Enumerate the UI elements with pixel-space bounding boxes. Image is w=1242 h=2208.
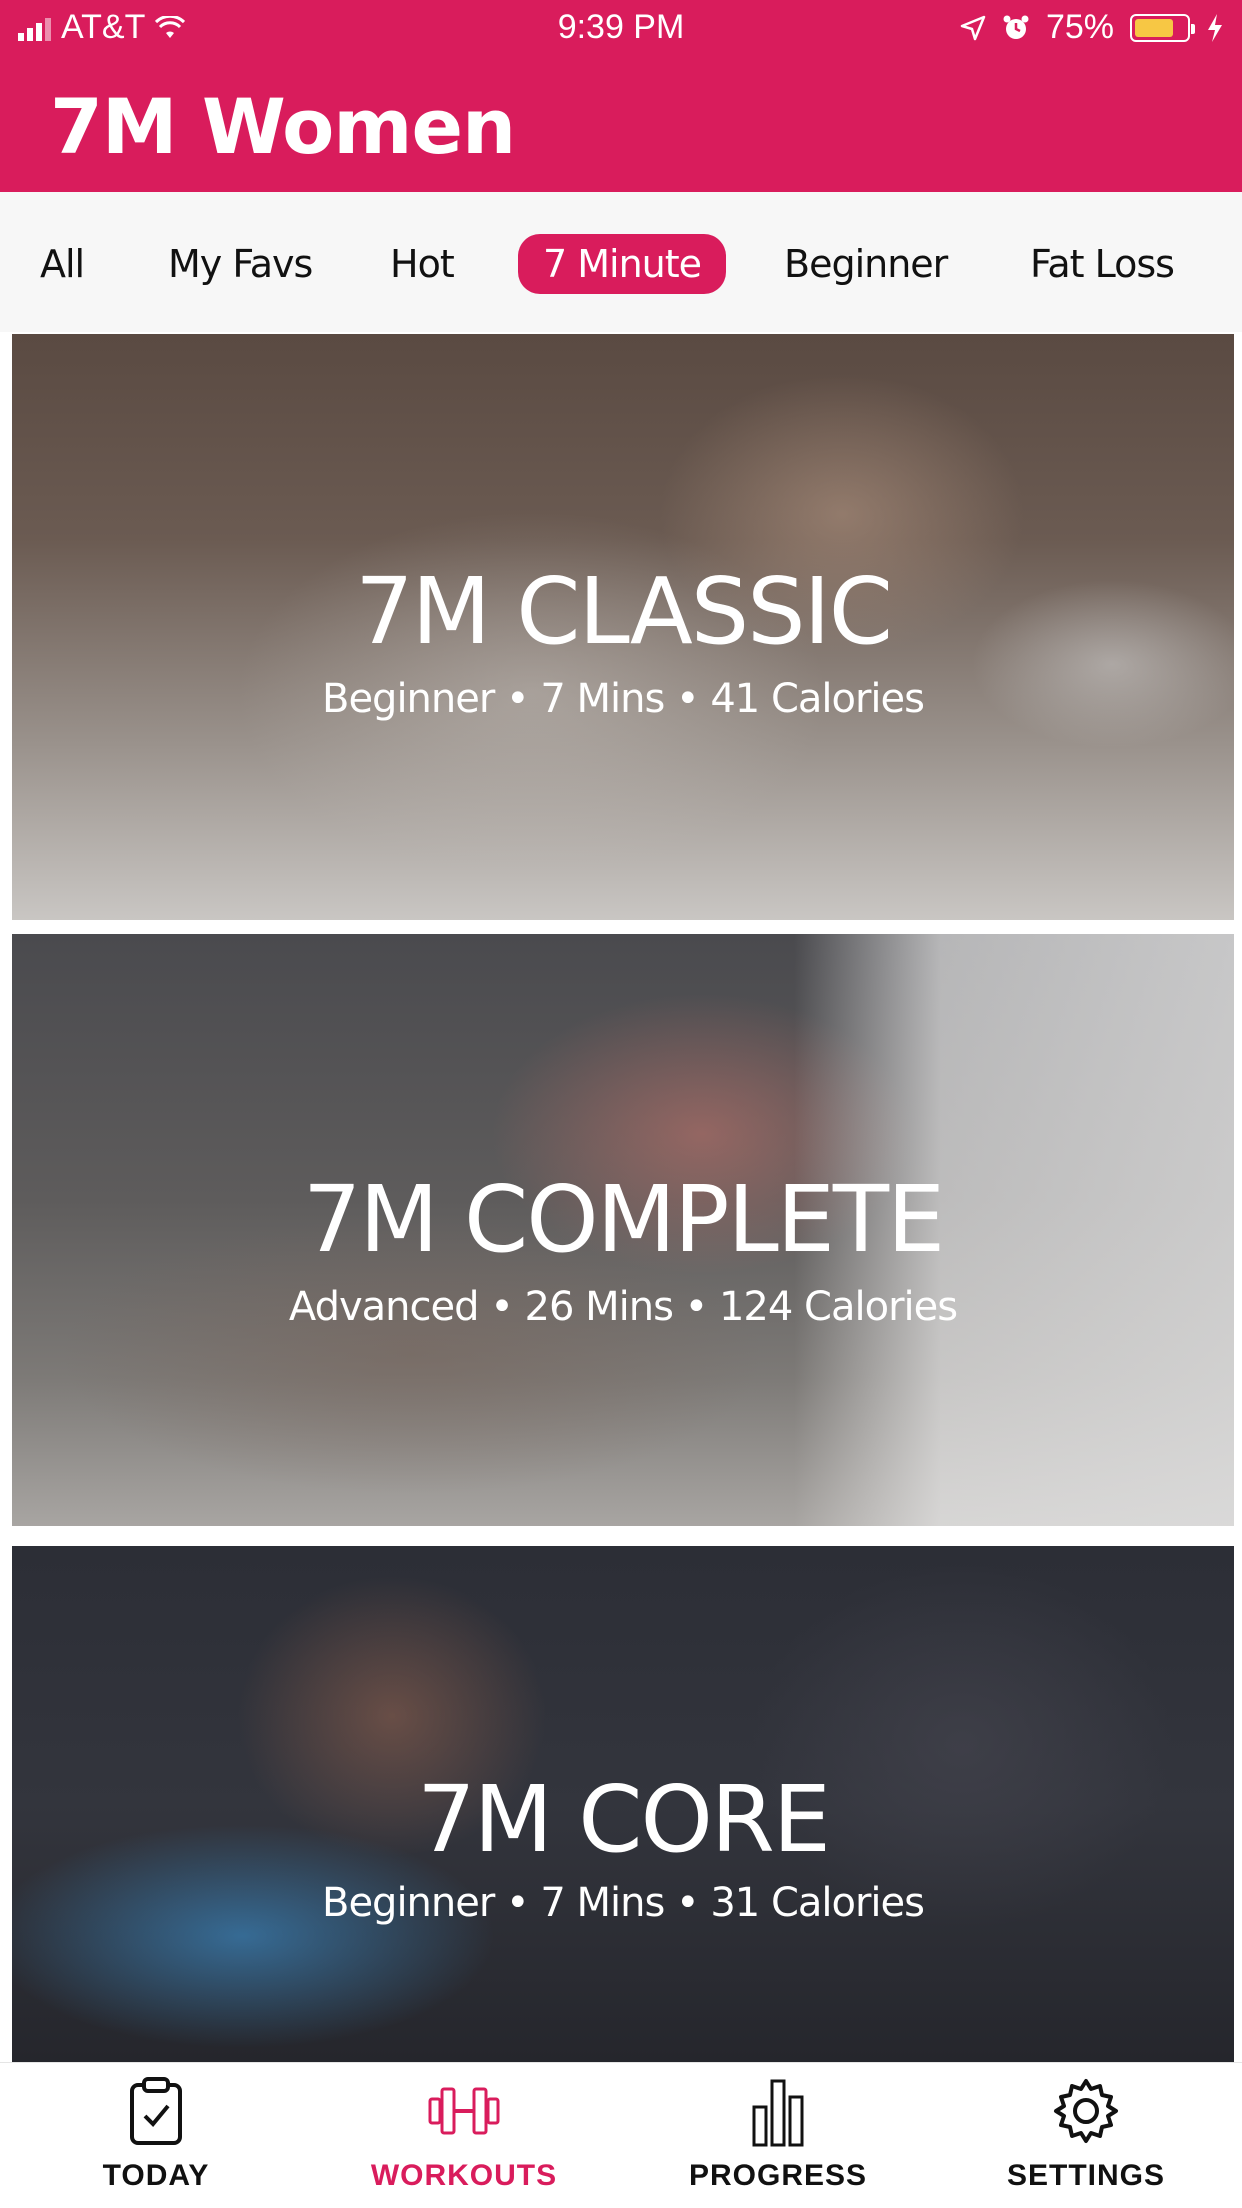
bar-chart-icon xyxy=(752,2079,804,2147)
workout-card-classic[interactable]: 7M CLASSIC Beginner • 7 Mins • 41 Calori… xyxy=(12,334,1234,920)
location-icon xyxy=(960,15,986,40)
nav-label: TODAY xyxy=(102,2159,210,2192)
alarm-icon xyxy=(1003,15,1029,39)
filter-tabs: All My Favs Hot 7 Minute Beginner Fat Lo… xyxy=(0,192,1242,332)
tab-my-favs[interactable]: My Favs xyxy=(168,234,313,294)
charging-icon xyxy=(1208,13,1222,42)
nav-settings[interactable]: SETTINGS xyxy=(986,2063,1186,2208)
clipboard-check-icon xyxy=(130,2077,182,2145)
workout-title: 7M CORE xyxy=(417,1766,831,1873)
workout-card-complete[interactable]: 7M COMPLETE Advanced • 26 Mins • 124 Cal… xyxy=(12,934,1234,1526)
tab-hot[interactable]: Hot xyxy=(390,234,455,294)
workout-meta: Beginner • 7 Mins • 41 Calories xyxy=(322,676,925,722)
dumbbell-icon xyxy=(428,2087,500,2135)
page-title: 7M Women xyxy=(50,82,516,171)
nav-label: WORKOUTS xyxy=(370,2159,558,2192)
battery-percent: 75% xyxy=(1045,8,1114,46)
app-header: 7M Women xyxy=(0,54,1242,192)
nav-label: PROGRESS xyxy=(688,2159,868,2192)
nav-today[interactable]: TODAY xyxy=(56,2063,256,2208)
workout-card-core[interactable]: 7M CORE Beginner • 7 Mins • 31 Calories xyxy=(12,1546,1234,2062)
workout-meta: Advanced • 26 Mins • 124 Calories xyxy=(288,1284,958,1330)
nav-label: SETTINGS xyxy=(1006,2159,1165,2192)
workout-meta: Beginner • 7 Mins • 31 Calories xyxy=(322,1880,925,1926)
tab-beginner[interactable]: Beginner xyxy=(784,234,948,294)
bottom-nav: TODAY WORKOUTS PROGRESS SETTINGS xyxy=(0,2062,1242,2208)
workout-title: 7M CLASSIC xyxy=(355,558,893,665)
nav-progress[interactable]: PROGRESS xyxy=(678,2063,878,2208)
tab-all[interactable]: All xyxy=(40,234,85,294)
workout-title: 7M COMPLETE xyxy=(302,1166,945,1273)
status-bar: AT&T 9:39 PM 75% xyxy=(0,0,1242,54)
tab-7-minute[interactable]: 7 Minute xyxy=(518,234,726,294)
tab-fat-loss[interactable]: Fat Loss xyxy=(1030,234,1175,294)
gear-icon xyxy=(1054,2079,1118,2143)
battery-icon xyxy=(1130,13,1195,42)
nav-workouts[interactable]: WORKOUTS xyxy=(364,2063,564,2208)
